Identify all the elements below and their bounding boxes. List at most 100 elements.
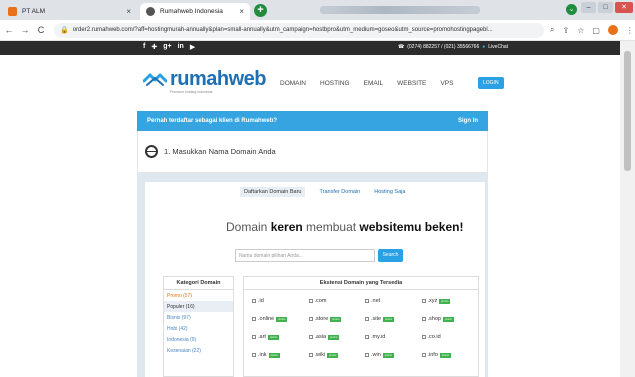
linkedin-icon[interactable]: in: [178, 43, 184, 51]
forward-icon[interactable]: →: [18, 25, 32, 35]
extension-label: .id: [258, 298, 264, 304]
tab-title: PT ALM: [22, 8, 46, 15]
checkbox[interactable]: [252, 353, 256, 357]
domain-headline: Domain keren membuat websitemu beken!: [226, 220, 463, 234]
extension-label: .wiki: [314, 352, 326, 358]
checkbox[interactable]: [252, 299, 256, 303]
zoom-icon[interactable]: ⌕: [550, 25, 554, 35]
facebook-icon[interactable]: f: [143, 43, 145, 51]
extension-option[interactable]: .shop promo: [421, 316, 479, 322]
existing-client-banner: Pernah terdaftar sebagai klien di Rumahw…: [137, 111, 488, 131]
tab-hosting-only[interactable]: Hosting Saja: [374, 189, 405, 197]
contact-info: ☎ (0274) 882257 / (021) 35566766 ● LiveC…: [398, 44, 508, 50]
category-item[interactable]: Hobi (42): [164, 323, 233, 334]
extension-option[interactable]: .com: [308, 298, 366, 304]
extension-label: .net: [371, 298, 381, 304]
url-field[interactable]: 🔒 order2.rumahweb.com/?aff=hostingmurah-…: [54, 22, 544, 38]
star-icon[interactable]: ☆: [577, 26, 584, 35]
reload-icon[interactable]: C: [34, 25, 48, 35]
toolbar-icons: ⌕ ⇪ ☆ ▢ ⋮: [550, 25, 634, 35]
extension-label: .online: [258, 316, 275, 322]
extension-option[interactable]: .xyz promo: [421, 298, 479, 304]
checkbox[interactable]: [308, 335, 313, 339]
checkbox[interactable]: [421, 299, 426, 303]
checkbox[interactable]: [365, 353, 369, 357]
nav-domain[interactable]: DOMAIN: [280, 80, 306, 87]
category-item[interactable]: Kesenaian (22): [164, 345, 233, 356]
extension-label: .art: [258, 334, 266, 340]
chevron-down-icon[interactable]: ⌄: [566, 4, 577, 15]
checkbox[interactable]: [308, 299, 313, 303]
checkbox[interactable]: [421, 317, 426, 321]
extension-option[interactable]: .ink promo: [252, 352, 309, 358]
promo-badge: promo: [383, 316, 395, 322]
minimize-icon[interactable]: –: [581, 2, 596, 13]
checkbox[interactable]: [308, 317, 313, 321]
share-icon[interactable]: ⇪: [562, 26, 569, 35]
nav-hosting[interactable]: HOSTING: [320, 80, 350, 87]
extension-option[interactable]: .wiki promo: [308, 352, 366, 358]
category-item[interactable]: Indonesia (9): [164, 334, 233, 345]
new-tab-button[interactable]: +: [254, 4, 267, 17]
maximize-icon[interactable]: □: [598, 2, 613, 13]
close-icon[interactable]: ×: [239, 7, 244, 16]
checkbox[interactable]: [365, 335, 369, 339]
extension-option[interactable]: .online promo: [252, 316, 309, 322]
checkbox[interactable]: [252, 317, 256, 321]
step-header: 1. Masukkan Nama Domain Anda: [137, 131, 488, 173]
extension-option[interactable]: .site promo: [365, 316, 422, 322]
menu-icon[interactable]: ⋮: [626, 26, 634, 35]
category-item[interactable]: Populer (16): [164, 301, 233, 312]
sign-in-link[interactable]: Sign In: [458, 118, 478, 124]
nav-website[interactable]: WEBSITE: [397, 80, 426, 87]
globe-icon: [145, 145, 158, 158]
extension-option[interactable]: .my.id: [365, 334, 422, 340]
extension-option[interactable]: .store promo: [308, 316, 366, 322]
checkbox[interactable]: [421, 335, 426, 339]
step-title: 1. Masukkan Nama Domain Anda: [164, 147, 276, 156]
search-button[interactable]: Search: [378, 249, 403, 262]
headline-part: Domain: [226, 220, 271, 234]
extension-label: .asia: [314, 334, 327, 340]
extension-option[interactable]: .win promo: [365, 352, 422, 358]
extension-option[interactable]: .info promo: [421, 352, 479, 358]
logo-wave-icon: [143, 73, 167, 86]
promo-badge: promo: [327, 352, 339, 358]
checkbox[interactable]: [421, 353, 426, 357]
twitter-icon[interactable]: ✚: [151, 43, 157, 51]
extension-option[interactable]: .art promo: [252, 334, 309, 340]
checkbox[interactable]: [252, 335, 256, 339]
checkbox[interactable]: [365, 317, 369, 321]
checkbox[interactable]: [365, 299, 369, 303]
checkbox[interactable]: [308, 353, 313, 357]
live-chat-link[interactable]: LiveChat: [488, 44, 508, 50]
browser-tab-2[interactable]: Rumahweb Indonesia ×: [140, 3, 250, 20]
page-scrollbar[interactable]: [620, 41, 635, 377]
sidebar-icon[interactable]: ▢: [592, 26, 600, 35]
extension-label: .xyz: [427, 298, 438, 304]
googleplus-icon[interactable]: g+: [163, 43, 171, 51]
extension-option[interactable]: .co.id: [421, 334, 479, 340]
back-icon[interactable]: ←: [2, 25, 16, 35]
youtube-icon[interactable]: ▶: [190, 43, 195, 51]
nav-vps[interactable]: VPS: [440, 80, 453, 87]
social-links: f ✚ g+ in ▶: [143, 43, 195, 51]
category-item[interactable]: Promo (57): [164, 290, 233, 301]
extension-option[interactable]: .asia promo: [308, 334, 366, 340]
domain-search-input[interactable]: Nama domain pilihan Anda...: [235, 249, 375, 262]
tab-register-domain[interactable]: Daftarkan Domain Baru: [240, 187, 306, 197]
browser-tab-1[interactable]: PT ALM ×: [2, 3, 137, 20]
profile-avatar[interactable]: [607, 25, 618, 35]
category-item[interactable]: Bisnis (97): [164, 312, 233, 323]
close-icon[interactable]: ×: [126, 7, 131, 16]
login-button[interactable]: LOGIN: [478, 77, 504, 89]
promo-badge: promo: [328, 334, 340, 340]
extension-option[interactable]: .id: [252, 298, 309, 304]
site-logo[interactable]: rumahweb Premium hosting Indonesia: [143, 68, 267, 94]
scrollbar-thumb[interactable]: [624, 51, 631, 171]
blurred-tabs: [320, 6, 480, 14]
tab-transfer-domain[interactable]: Transfer Domain: [319, 189, 360, 197]
window-close-icon[interactable]: ✕: [615, 2, 633, 13]
extension-option[interactable]: .net: [365, 298, 422, 304]
nav-email[interactable]: EMAIL: [364, 80, 384, 87]
